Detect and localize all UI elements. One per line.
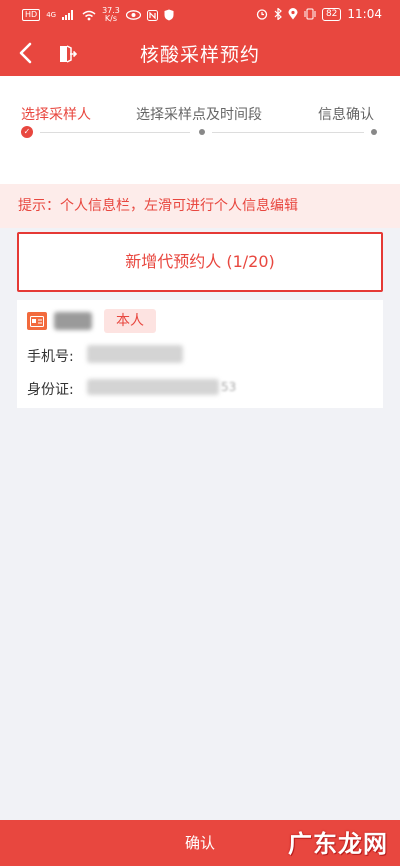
step-3-label: 信息确认	[318, 107, 374, 123]
status-bar: HD 4G 37.3 K/s 82 11:04	[0, 0, 400, 30]
step-track-2	[212, 132, 364, 133]
step-indicator: 选择采样人 选择采样点及时间段 信息确认 ✓	[0, 76, 400, 184]
step-3-dot	[371, 129, 377, 135]
vibrate-icon	[304, 8, 316, 20]
id-redacted	[87, 379, 219, 395]
id-label: 身份证:	[27, 382, 74, 398]
bluetooth-icon	[274, 8, 282, 20]
nfc-icon	[146, 9, 158, 21]
clock: 11:04	[347, 7, 382, 21]
step-1-check-icon: ✓	[21, 126, 33, 138]
watermark: 广东龙网	[288, 830, 388, 858]
step-2-label: 选择采样点及时间段	[136, 107, 262, 123]
app-header: HD 4G 37.3 K/s 82 11:04 核酸采样预约	[0, 0, 400, 76]
phone-redacted	[87, 345, 183, 363]
page-title: 核酸采样预约	[139, 44, 260, 66]
step-2-dot	[199, 129, 205, 135]
eye-icon	[125, 10, 141, 20]
person-card[interactable]: 本人 手机号: 身份证: 53	[17, 300, 383, 408]
alarm-icon	[256, 9, 268, 20]
tip-banner: 提示：个人信息栏，左滑可进行个人信息编辑	[0, 184, 400, 228]
network-label: 4G	[46, 11, 57, 19]
self-badge: 本人	[104, 309, 156, 333]
step-1-label: 选择采样人	[21, 107, 91, 123]
id-suffix: 53	[221, 380, 237, 394]
network-speed: 37.3 K/s	[102, 6, 120, 23]
hd-badge: HD	[22, 9, 41, 21]
phone-label: 手机号:	[27, 349, 74, 365]
id-card-icon	[27, 312, 47, 330]
name-redacted	[54, 312, 92, 330]
step-track-1	[40, 132, 190, 133]
signal-icon	[62, 10, 74, 20]
battery-level: 82	[321, 7, 342, 21]
location-icon	[288, 8, 298, 20]
add-proxy-person-button[interactable]: 新增代预约人 (1/20)	[17, 232, 383, 292]
shield-icon	[164, 9, 174, 21]
nav-bar: 核酸采样预约	[0, 36, 400, 72]
wifi-icon	[82, 10, 96, 20]
